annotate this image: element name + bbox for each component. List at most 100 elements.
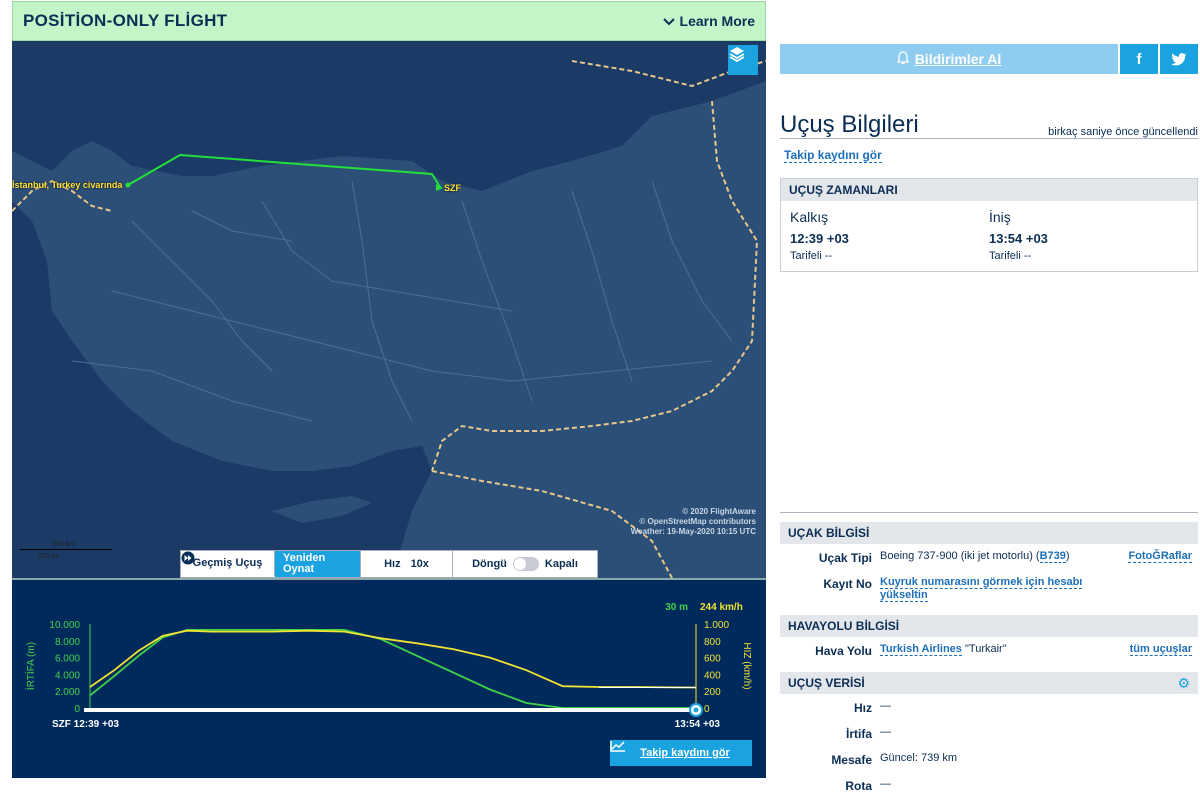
right-tick-label: 800 (704, 637, 721, 648)
view-track-log-link[interactable]: Takip kaydını gör (784, 148, 882, 163)
flight-data-header: UÇUŞ VERİSİ ⚙ (780, 672, 1198, 694)
upgrade-account-link[interactable]: Kuyruk numarasını görmek için hesabı yük… (880, 576, 1083, 602)
aircraft-type-value: Boeing 737-900 (iki jet motorlu) (B739) (880, 550, 1122, 566)
route-row: Rota — (780, 772, 1198, 792)
attribution-line: Weather: 19-May-2020 10:15 UTC (630, 527, 756, 536)
altitude-series-line (89, 629, 696, 709)
loop-state: Kapalı (544, 558, 578, 570)
map-scale: 200 km 100 mi (20, 541, 112, 563)
aircraft-type-text: Boeing 737-900 (iki jet motorlu) ( (880, 550, 1040, 562)
arrival-column: İniş 13:54 +03 Tarifeli -- (989, 209, 1188, 262)
altitude-row: İrtifa — (780, 720, 1198, 746)
origin-marker (125, 182, 131, 188)
left-tick-label: 6.000 (55, 654, 80, 665)
learn-more-button[interactable]: Learn More (662, 13, 755, 29)
left-tick-label: 2.000 (55, 687, 80, 698)
left-tick-label: 0 (74, 704, 80, 715)
airline-callsign: "Turkair" (964, 643, 1007, 655)
flight-info-title: Uçuş Bilgileri (780, 111, 919, 138)
current-altitude: 30 m (665, 602, 688, 613)
left-tick-label: 10.000 (49, 620, 80, 631)
origin-label: İstanbul, Turkey civarında (12, 180, 123, 190)
facebook-icon: f (1136, 50, 1142, 68)
airline-row: Hava Yolu Turkish Airlines "Turkair" tüm… (780, 637, 1198, 663)
notify-bar: Bildirimler Al f t (780, 44, 1198, 74)
updated-status: birkaç saniye önce güncellendi (1048, 126, 1198, 138)
flight-title: POSİTİON-ONLY FLİGHT (23, 11, 228, 30)
speed-row: Hız — (780, 694, 1198, 720)
map-canvas (12, 41, 766, 578)
flight-times-card: UÇUŞ ZAMANLARI Kalkış 12:39 +03 Tarifeli… (780, 178, 1198, 272)
loop-toggle[interactable]: Döngü Kapalı (453, 551, 597, 577)
aircraft-info-title: UÇAK BİLGİSİ (788, 526, 870, 540)
flight-header: POSİTİON-ONLY FLİGHT Learn More (12, 1, 766, 41)
all-flights-link[interactable]: tüm uçuşlar (1129, 643, 1192, 656)
airline-info-title: HAVAYOLU BİLGİSİ (788, 619, 900, 633)
toggle-switch[interactable] (512, 557, 539, 571)
loop-label: Döngü (472, 558, 507, 570)
bell-icon (896, 50, 909, 68)
registration-key: Kayıt No (823, 577, 872, 591)
twitter-share-button[interactable]: t (1158, 44, 1198, 74)
distance-row: Mesafe Güncel: 739 km (780, 746, 1198, 772)
destination-label: SZF (444, 183, 461, 193)
flight-panel: POSİTİON-ONLY FLİGHT Learn More İstanbul… (12, 1, 766, 779)
speed-button[interactable]: Hız 10x (181, 551, 453, 577)
aircraft-info-header: UÇAK BİLGİSİ (780, 522, 1198, 544)
page-root: POSİTİON-ONLY FLİGHT Learn More İstanbul… (0, 0, 1200, 792)
aircraft-type-row: Uçak Tipi Boeing 737-900 (iki jet motorl… (780, 544, 1198, 570)
distance-key: Mesafe (831, 753, 872, 767)
departure-column: Kalkış 12:39 +03 Tarifeli -- (790, 209, 989, 262)
replay-button[interactable]: Yeniden Oynat (181, 551, 361, 577)
route-value: — (880, 778, 891, 790)
speed-label: Hız (384, 558, 401, 570)
right-tick-label: 400 (704, 670, 721, 681)
left-tick-label: 8.000 (55, 637, 80, 648)
attribution-line: © 2020 FlightAware (682, 507, 756, 516)
map-layers-button[interactable] (728, 45, 758, 75)
view-track-log-label: Takip kaydını gör (640, 747, 730, 759)
flight-times-grid: Kalkış 12:39 +03 Tarifeli -- İniş 13:54 … (781, 201, 1197, 262)
arrival-scheduled: Tarifeli -- (989, 250, 1032, 262)
past-flight-label: Geçmiş Uçuş (192, 557, 263, 569)
speed-value: — (880, 700, 891, 712)
learn-more-label: Learn More (679, 13, 755, 29)
get-alerts-button[interactable]: Bildirimler Al (780, 44, 1118, 74)
playback-controls: Geçmiş Uçuş Yeniden Oynat Hız 10x Döngü … (180, 550, 598, 578)
speed-value: 10x (410, 558, 429, 570)
timeline-bar (84, 708, 702, 712)
aircraft-type-code-link[interactable]: B739 (1039, 550, 1066, 563)
twitter-bird-icon (1171, 52, 1187, 65)
gear-icon[interactable]: ⚙ (1177, 675, 1190, 692)
photos-link[interactable]: FotoĞRaflar (1128, 550, 1192, 563)
right-tick-label: 0 (704, 704, 710, 715)
start-time-label: SZF 12:39 +03 (52, 719, 119, 730)
info-panel: Bildirimler Al f t Uçuş Bilgileri birkaç… (780, 0, 1200, 792)
flight-map[interactable]: İstanbul, Turkey civarında SZF © 2020 Fl… (12, 41, 766, 578)
chevron-down-icon (662, 13, 675, 29)
route-key: Rota (845, 779, 872, 792)
details-section: UÇAK BİLGİSİ Uçak Tipi Boeing 737-900 (i… (780, 512, 1198, 792)
left-axis-label: İRTİFA (m) (24, 642, 37, 690)
speed-series-line (89, 629, 697, 689)
aircraft-type-key: Uçak Tipi (818, 551, 872, 565)
distance-value: Güncel: 739 km (880, 752, 958, 764)
scale-mi: 100 mi (38, 553, 60, 560)
airline-name-link[interactable]: Turkish Airlines (880, 643, 962, 656)
departure-scheduled: Tarifeli -- (790, 250, 833, 262)
arrival-time: 13:54 +03 (989, 231, 1048, 246)
replay-label: Yeniden Oynat (283, 552, 326, 575)
right-axis-label: HIZ (km/h) (741, 642, 752, 689)
timeline-handle-dot (693, 707, 699, 713)
airline-key: Hava Yolu (815, 644, 872, 658)
current-speed: 244 km/h (700, 602, 743, 613)
tab-past-flight[interactable]: Geçmiş Uçuş (181, 551, 275, 577)
arrival-label: İniş (989, 209, 1011, 225)
flight-data-title: UÇUŞ VERİSİ (788, 676, 865, 690)
right-tick-label: 1.000 (704, 620, 729, 631)
view-track-log-button[interactable]: Takip kaydını gör (610, 740, 752, 766)
right-tick-label: 200 (704, 687, 721, 698)
facebook-share-button[interactable]: f (1118, 44, 1158, 74)
flight-times-header: UÇUŞ ZAMANLARI (781, 179, 1197, 201)
altitude-key: İrtifa (845, 727, 872, 741)
